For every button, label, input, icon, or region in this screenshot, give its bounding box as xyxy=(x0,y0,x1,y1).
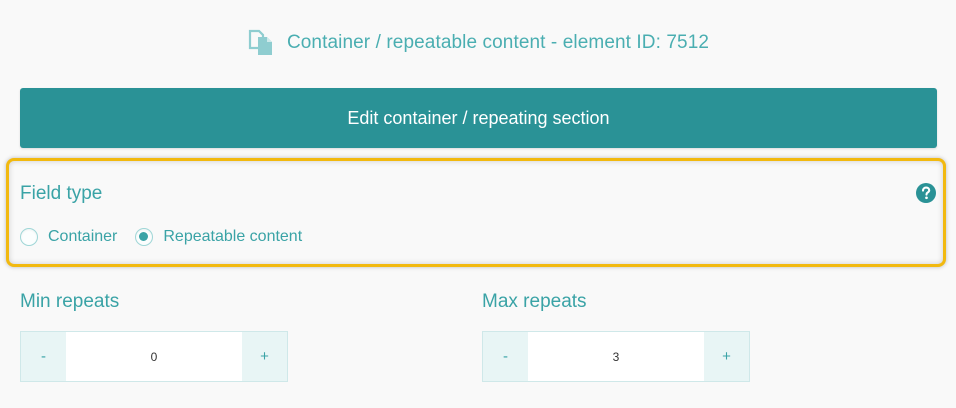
radio-repeatable-content[interactable]: Repeatable content xyxy=(135,228,302,246)
field-type-section: Field type Container Repeatable content xyxy=(6,158,946,267)
radio-container[interactable]: Container xyxy=(20,228,117,246)
question-circle-icon[interactable] xyxy=(916,183,936,203)
max-repeats-label: Max repeats xyxy=(482,291,587,312)
copy-document-icon xyxy=(247,29,275,57)
field-type-radio-group: Container Repeatable content xyxy=(20,228,320,246)
max-repeats-stepper: - 3 + xyxy=(482,331,750,382)
max-repeats-decrement-button[interactable]: - xyxy=(483,332,528,381)
min-repeats-decrement-button[interactable]: - xyxy=(21,332,66,381)
radio-repeatable-content-circle[interactable] xyxy=(135,228,154,246)
field-type-label: Field type xyxy=(20,183,103,204)
min-repeats-input[interactable]: 0 xyxy=(66,332,242,381)
page-header: Container / repeatable content - element… xyxy=(0,26,956,60)
radio-container-label: Container xyxy=(48,228,118,245)
radio-repeatable-content-label: Repeatable content xyxy=(163,228,303,245)
radio-container-circle[interactable] xyxy=(20,228,38,246)
min-repeats-stepper: - 0 + xyxy=(20,331,288,382)
page-title: Container / repeatable content - element… xyxy=(286,32,710,53)
min-repeats-increment-button[interactable]: + xyxy=(242,332,287,381)
max-repeats-increment-button[interactable]: + xyxy=(704,332,749,381)
max-repeats-input[interactable]: 3 xyxy=(528,332,704,381)
min-repeats-label: Min repeats xyxy=(20,291,120,312)
edit-container-button[interactable]: Edit container / repeating section xyxy=(20,88,937,148)
